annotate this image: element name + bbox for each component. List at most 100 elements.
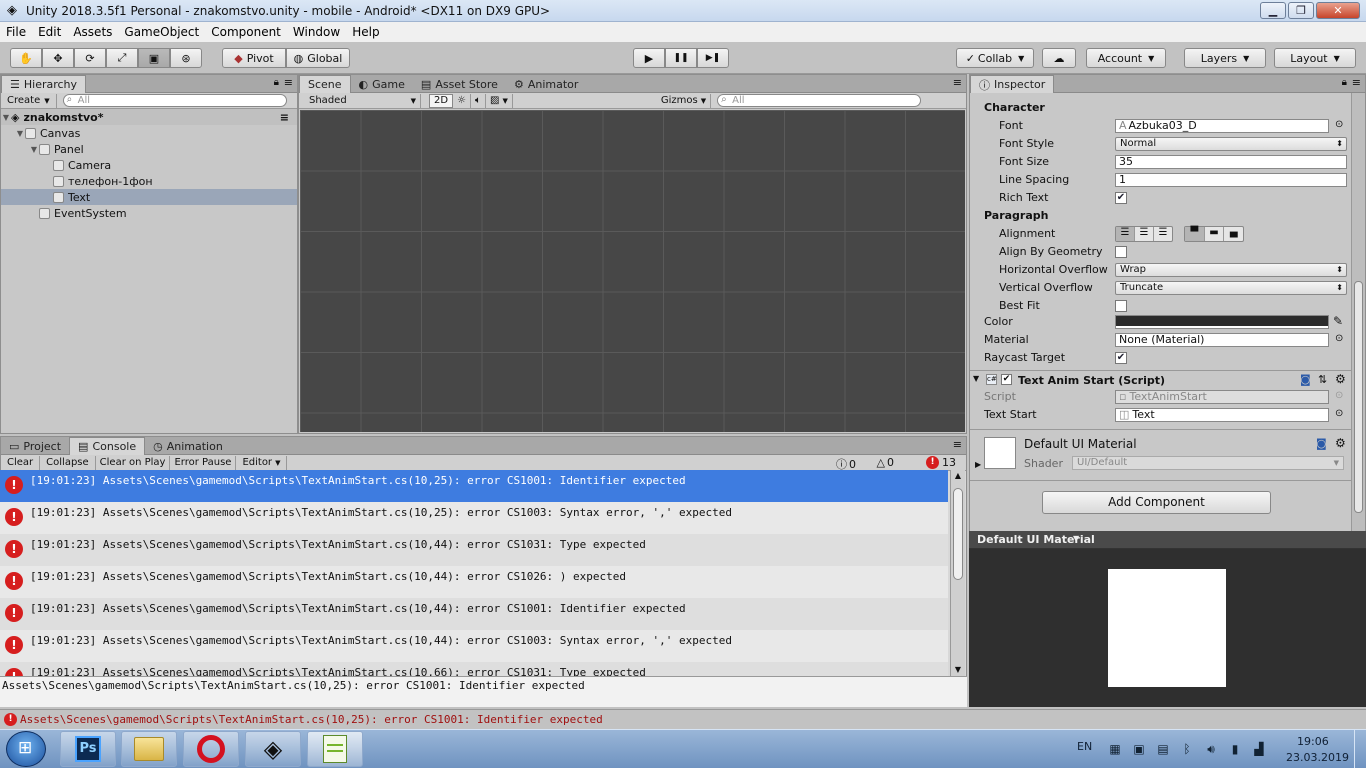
cloud-button[interactable]: ☁: [1042, 48, 1076, 68]
status-bar[interactable]: ! Assets\Scenes\gamemod\Scripts\TextAnim…: [0, 709, 1366, 729]
network-icon[interactable]: ▟: [1252, 742, 1266, 756]
restore-button[interactable]: ❐: [1288, 2, 1314, 19]
menu-file[interactable]: File: [0, 25, 32, 39]
clock-time[interactable]: 19:06: [1297, 735, 1329, 748]
scene-root-row[interactable]: ▼ ◈ znakomstvo* ≡: [1, 109, 297, 125]
inspector-scroll-thumb[interactable]: [1354, 281, 1363, 513]
fold-closed-icon[interactable]: ▶: [975, 460, 981, 469]
log-entry[interactable]: ![19:01:23] Assets\Scenes\gamemod\Script…: [0, 630, 948, 662]
log-entry[interactable]: ![19:01:23] Assets\Scenes\gamemod\Script…: [0, 566, 948, 598]
taskbar-opera[interactable]: [183, 731, 239, 767]
volume-icon[interactable]: 🔊︎: [1204, 742, 1218, 756]
panel-menu-icon[interactable]: ≡: [284, 76, 293, 89]
global-toggle[interactable]: ◍ Global: [286, 48, 350, 68]
error-count-toggle[interactable]: ! 13: [926, 456, 956, 469]
menu-edit[interactable]: Edit: [32, 25, 67, 39]
collab-dropdown[interactable]: ✓ Collab ▼: [956, 48, 1034, 68]
gear-icon[interactable]: ⚙: [1335, 436, 1346, 450]
menu-window[interactable]: Window: [287, 25, 346, 39]
panel-menu-icon[interactable]: ≡: [1352, 76, 1361, 89]
audio-toggle[interactable]: 🔈︎: [471, 93, 487, 108]
scroll-down-icon[interactable]: ▼: [951, 664, 965, 676]
fold-open-icon[interactable]: ▼: [1, 113, 11, 122]
scene-search-input[interactable]: All: [717, 94, 922, 107]
tab-scene[interactable]: Scene: [299, 75, 351, 93]
fold-open-icon[interactable]: ▼: [15, 129, 25, 138]
hierarchy-item-phone-bg[interactable]: телефон-1фон: [1, 173, 297, 189]
hierarchy-item-text[interactable]: Text: [1, 189, 297, 205]
rich-text-checkbox[interactable]: ✔: [1115, 192, 1127, 204]
scroll-up-icon[interactable]: ▲: [951, 470, 965, 482]
material-field[interactable]: None (Material): [1115, 333, 1329, 347]
presets-icon[interactable]: ⇅: [1318, 373, 1327, 386]
layers-dropdown[interactable]: Layers ▼: [1184, 48, 1266, 68]
object-picker-icon[interactable]: ⊙: [1335, 119, 1343, 130]
tray-app-icon[interactable]: ▦: [1108, 742, 1122, 756]
console-detail-area[interactable]: Assets\Scenes\gamemod\Scripts\TextAnimSt…: [0, 676, 967, 707]
scene-menu-icon[interactable]: ≡: [280, 111, 289, 124]
tab-hierarchy[interactable]: ☰ Hierarchy: [1, 75, 87, 93]
console-scrollbar[interactable]: ▲ ▼: [950, 470, 965, 676]
font-style-dropdown[interactable]: Normal: [1115, 137, 1347, 151]
help-icon[interactable]: ◙: [1300, 373, 1311, 386]
tab-project[interactable]: ▭ Project: [1, 437, 69, 455]
menu-component[interactable]: Component: [205, 25, 287, 39]
help-icon[interactable]: ◙: [1316, 437, 1327, 450]
scene-viewport[interactable]: [300, 110, 965, 432]
move-tool-button[interactable]: ✥: [42, 48, 74, 68]
tray-display-icon[interactable]: ▤: [1156, 742, 1170, 756]
gizmos-dropdown[interactable]: Gizmos ▼: [657, 93, 712, 108]
line-spacing-field[interactable]: 1: [1115, 173, 1347, 187]
hierarchy-item-canvas[interactable]: ▼ Canvas: [1, 125, 297, 141]
account-dropdown[interactable]: Account ▼: [1086, 48, 1166, 68]
bluetooth-icon[interactable]: ᛒ: [1180, 742, 1194, 756]
pivot-toggle[interactable]: ◆ Pivot: [222, 48, 286, 68]
layout-dropdown[interactable]: Layout ▼: [1274, 48, 1356, 68]
pause-button[interactable]: ❚❚: [665, 48, 697, 68]
transform-tool-button[interactable]: ⊛: [170, 48, 202, 68]
align-center-button[interactable]: ☰: [1134, 227, 1153, 241]
object-picker-icon[interactable]: ⊙: [1335, 333, 1343, 344]
tab-inspector[interactable]: ⓘ Inspector: [970, 75, 1055, 93]
scale-tool-button[interactable]: ⤢: [106, 48, 138, 68]
panel-menu-icon[interactable]: ≡: [953, 76, 962, 89]
taskbar-notepad[interactable]: [307, 731, 363, 767]
fold-open-icon[interactable]: ▼: [29, 145, 39, 154]
log-entry[interactable]: ![19:01:23] Assets\Scenes\gamemod\Script…: [0, 502, 948, 534]
log-entry[interactable]: ![19:01:23] Assets\Scenes\gamemod\Script…: [0, 598, 948, 630]
mode-2d-toggle[interactable]: 2D: [429, 93, 454, 108]
fold-open-icon[interactable]: ▼: [973, 374, 979, 383]
component-enabled-checkbox[interactable]: ✔: [1001, 374, 1012, 385]
gear-icon[interactable]: ⚙: [1335, 372, 1346, 386]
align-left-button[interactable]: ☰: [1116, 227, 1134, 241]
log-entry[interactable]: ![19:01:23] Assets\Scenes\gamemod\Script…: [0, 662, 948, 676]
panel-menu-icon[interactable]: ≡: [953, 438, 962, 451]
minimize-button[interactable]: ▁: [1260, 2, 1286, 19]
menu-assets[interactable]: Assets: [67, 25, 118, 39]
console-error-pause-toggle[interactable]: Error Pause: [170, 455, 237, 470]
hierarchy-item-camera[interactable]: Camera: [1, 157, 297, 173]
align-bottom-button[interactable]: ▄: [1223, 227, 1243, 241]
console-collapse-toggle[interactable]: Collapse: [40, 455, 96, 470]
font-field[interactable]: A Azbuka03_D: [1115, 119, 1329, 133]
align-top-button[interactable]: ▀: [1185, 227, 1204, 241]
clock-date[interactable]: 23.03.2019: [1286, 751, 1349, 764]
rect-tool-button[interactable]: ▣: [138, 48, 170, 68]
console-scroll-thumb[interactable]: [953, 488, 963, 580]
tab-game[interactable]: ◐ Game: [351, 75, 413, 93]
language-indicator[interactable]: EN: [1077, 740, 1092, 753]
console-clear-on-play-toggle[interactable]: Clear on Play: [96, 455, 171, 470]
log-entry[interactable]: ![19:01:23] Assets\Scenes\gamemod\Script…: [0, 470, 948, 502]
align-right-button[interactable]: ☰: [1153, 227, 1172, 241]
raycast-target-checkbox[interactable]: ✔: [1115, 352, 1127, 364]
align-middle-button[interactable]: ▬: [1203, 227, 1224, 241]
show-desktop-button[interactable]: [1354, 730, 1366, 768]
effects-dropdown[interactable]: ▨ ▼: [486, 93, 513, 108]
create-dropdown[interactable]: Create ▼: [1, 93, 57, 108]
color-swatch[interactable]: [1115, 315, 1329, 329]
play-button[interactable]: ▶: [633, 48, 665, 68]
best-fit-checkbox[interactable]: [1115, 300, 1127, 312]
log-entry[interactable]: ![19:01:23] Assets\Scenes\gamemod\Script…: [0, 534, 948, 566]
preview-header[interactable]: Default UI Material ▼: [969, 531, 1366, 549]
tab-asset-store[interactable]: ▤ Asset Store: [413, 75, 506, 93]
